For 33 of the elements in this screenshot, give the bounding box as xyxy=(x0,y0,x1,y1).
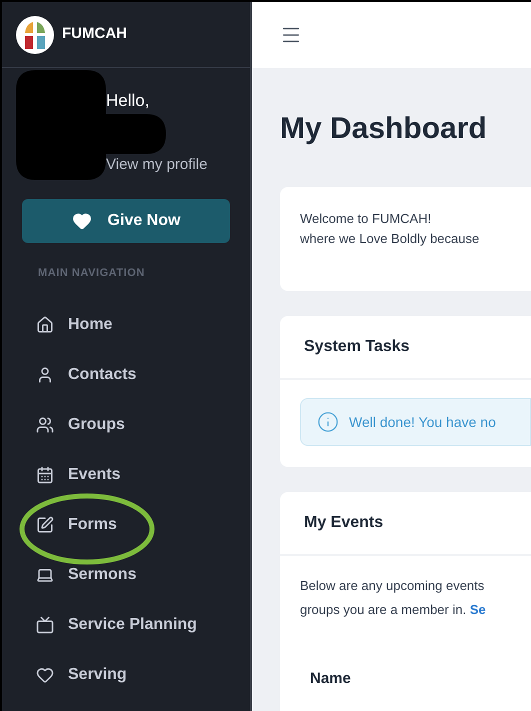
home-icon xyxy=(36,316,54,334)
events-description: groups you are a member in. Se xyxy=(300,601,487,619)
nav-item[interactable]: Service Planning xyxy=(2,600,250,650)
events-link[interactable]: Se xyxy=(470,602,486,617)
nav-item[interactable]: Serving xyxy=(2,650,250,700)
column-header: Name xyxy=(310,669,352,689)
nav-item[interactable]: Events xyxy=(2,450,250,500)
nav-item[interactable]: Contacts xyxy=(2,350,250,400)
page-title: My Dashboard xyxy=(280,111,488,147)
person-icon xyxy=(36,366,54,384)
card-title: System Tasks xyxy=(304,337,410,357)
monitor-icon xyxy=(36,616,54,634)
alert-text: Well done! You have no xyxy=(349,412,496,432)
nav-item[interactable]: Forms xyxy=(2,500,250,550)
profile-link[interactable]: View my profile xyxy=(106,154,208,176)
brand-name: FUMCAH xyxy=(62,24,127,44)
calendar-icon xyxy=(36,466,54,484)
events-description: Below are any upcoming events xyxy=(300,577,486,595)
greeting: Hello, xyxy=(106,90,150,112)
nav-item[interactable]: Groups xyxy=(2,400,250,450)
card-title: My Events xyxy=(304,513,384,533)
people-icon xyxy=(36,416,54,434)
nav-item[interactable]: Sermons xyxy=(2,550,250,600)
info-icon xyxy=(317,411,339,433)
heart-icon xyxy=(72,211,92,231)
edit-icon xyxy=(36,516,54,534)
logo-icon xyxy=(16,16,54,54)
heart-icon xyxy=(36,666,54,684)
welcome-text: Welcome to FUMCAH! xyxy=(300,210,432,228)
nav-item[interactable]: Home xyxy=(2,300,250,350)
nav-heading: MAIN NAVIGATION xyxy=(38,266,145,281)
welcome-text: where we Love Boldly because xyxy=(300,230,480,248)
give-now-button[interactable]: Give Now xyxy=(22,199,230,243)
